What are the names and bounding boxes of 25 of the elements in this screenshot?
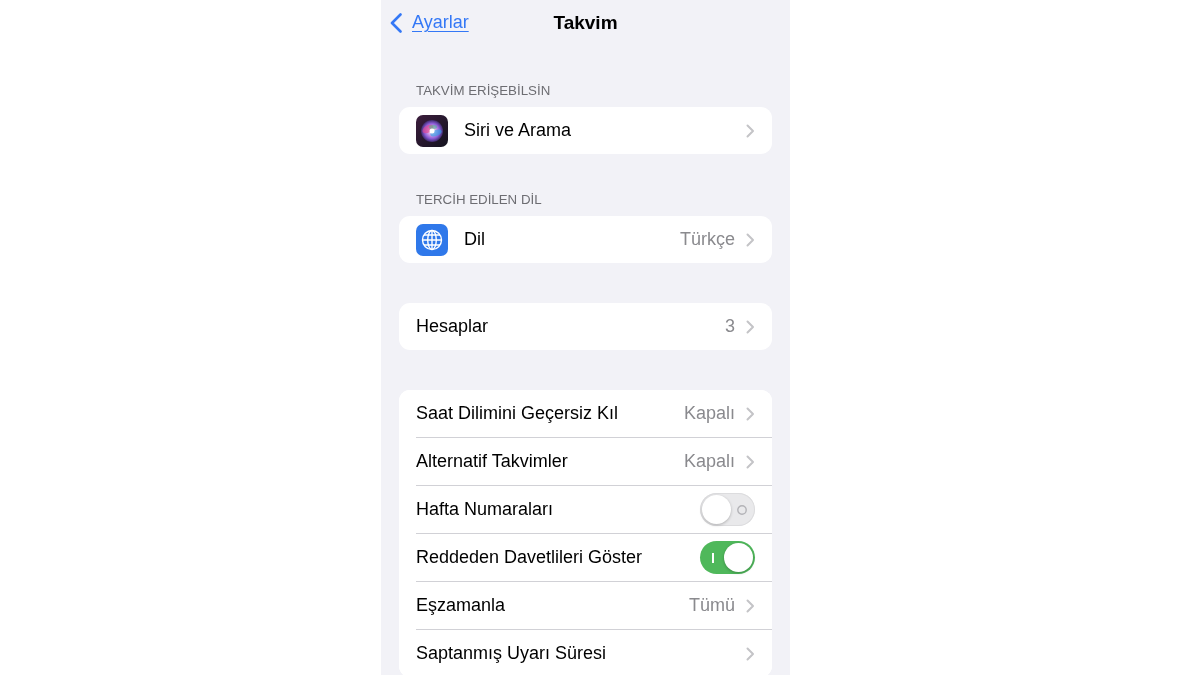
screen-title: Takvim (553, 11, 618, 34)
chevron-icon (746, 406, 755, 421)
ring-icon (737, 504, 747, 515)
chevron-icon (746, 123, 755, 138)
globe-icon (416, 223, 448, 256)
toggle-switch[interactable] (700, 541, 755, 574)
setting-value: Kapalı (683, 451, 735, 472)
back-link[interactable]: Ayarlar (390, 12, 469, 33)
section-header: TERCİH EDİLEN DİL (416, 191, 542, 208)
chevron-icon (746, 319, 755, 334)
setting-value: 3 (725, 316, 735, 337)
setting-value: Tümü (689, 595, 735, 616)
chevron-icon (746, 454, 755, 469)
setting-value: Türkçe (680, 229, 735, 250)
chevron-icon (746, 646, 755, 661)
setting-label: Hafta Numaraları (416, 499, 554, 520)
setting-value: Kapalı (683, 403, 735, 424)
toggle-switch[interactable] (700, 493, 755, 526)
chevron-icon (746, 598, 755, 613)
line-icon (712, 552, 714, 563)
section-header: TAKVİM ERİŞEBİLSİN (416, 82, 551, 99)
chevron-icon (746, 232, 755, 247)
setting-label: Reddeden Davetlileri Göster (416, 547, 643, 568)
back-chevron-icon (390, 12, 402, 33)
orb-icon (416, 114, 448, 147)
